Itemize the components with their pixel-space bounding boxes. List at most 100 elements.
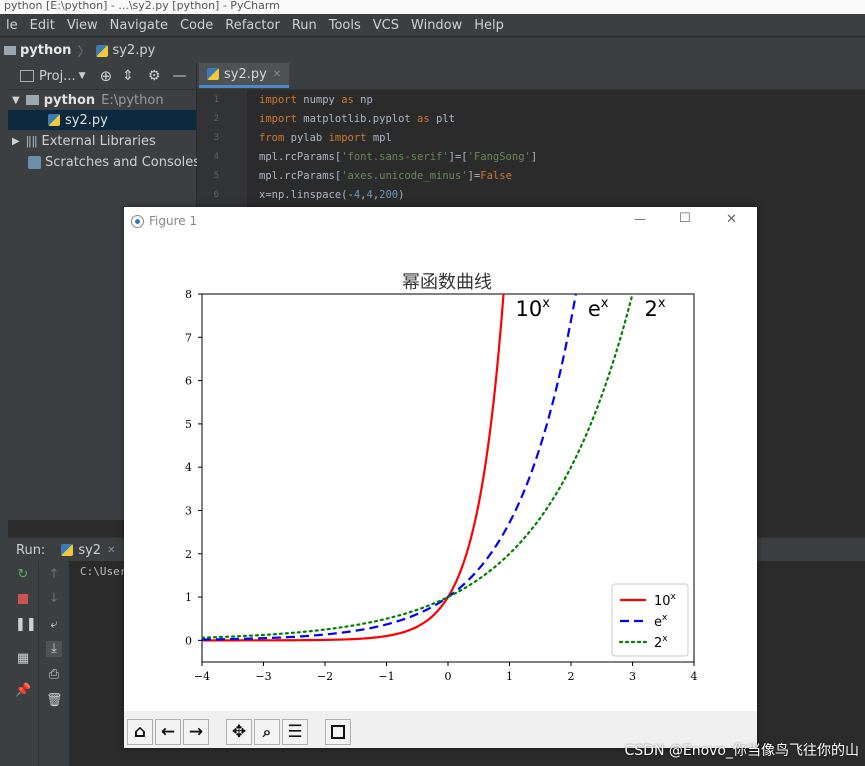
menu-navigate[interactable]: Navigate xyxy=(104,18,174,33)
home-button[interactable]: ⌂ xyxy=(127,719,153,745)
scroll-to-end-icon[interactable]: ⤓ xyxy=(46,641,62,657)
watermark: CSDN @Enovo_你当像鸟飞往你的山 xyxy=(624,743,860,759)
stop-icon[interactable] xyxy=(15,593,31,609)
line-number: 1 xyxy=(213,95,219,105)
x-tick-label: 3 xyxy=(629,670,636,683)
y-tick-label: 3 xyxy=(185,504,192,517)
menu-help[interactable]: Help xyxy=(468,18,510,33)
tree-item-external-libraries[interactable]: ▶ ǁǁ External Libraries xyxy=(12,131,156,151)
breadcrumb-file-label: sy2.py xyxy=(112,43,156,58)
menu-refactor[interactable]: Refactor xyxy=(219,18,286,33)
menu-tools[interactable]: Tools xyxy=(323,18,367,33)
run-toolbar-right: ↑ ↓ ⤶ ⤓ ⎙ 🗑 xyxy=(38,561,69,766)
library-icon: ǁǁ xyxy=(25,134,38,148)
editor-tab-label: sy2.py xyxy=(224,66,267,82)
close-button[interactable]: ✕ xyxy=(726,212,737,227)
scroll-up-icon[interactable]: ↑ xyxy=(46,567,62,583)
tree-item-sy2-py[interactable]: sy2.py xyxy=(8,110,196,130)
code-line-4: mpl.rcParams['font.sans-serif']=['FangSo… xyxy=(259,151,538,163)
back-button[interactable]: ← xyxy=(155,719,181,745)
folder-icon xyxy=(4,46,16,55)
close-icon[interactable]: ✕ xyxy=(107,545,115,556)
collapse-icon[interactable]: ⇕ xyxy=(122,68,134,84)
zoom-button[interactable]: ⌕ xyxy=(254,719,280,745)
project-view-icon xyxy=(20,70,34,82)
scratches-icon xyxy=(28,155,41,169)
arrow-right-icon: → xyxy=(188,722,204,742)
window-title: python [E:\python] - ...\sy2.py [python]… xyxy=(0,0,865,14)
menu-window[interactable]: Window xyxy=(405,18,468,33)
maximize-button[interactable]: ☐ xyxy=(679,211,691,226)
x-tick-label: −4 xyxy=(194,670,210,683)
y-tick-label: 7 xyxy=(185,331,192,344)
menu-view[interactable]: View xyxy=(61,18,104,33)
forward-button[interactable]: → xyxy=(183,719,209,745)
console-output: C:\User xyxy=(80,565,127,578)
y-tick-label: 4 xyxy=(185,461,192,474)
legend: 10xex2x xyxy=(611,583,689,657)
figure-window: Figure 1 — ☐ ✕ 幂函数曲线 −4 −3 −2 −1 0 1 2 3 4 0 1 2 3 4 5… xyxy=(124,207,757,748)
menu-file[interactable]: le xyxy=(0,18,24,33)
configure-subplots-button[interactable]: ☰ xyxy=(282,719,308,745)
y-tick-label: 5 xyxy=(185,418,192,431)
home-icon: ⌂ xyxy=(133,722,147,742)
locate-icon[interactable]: ⊕ xyxy=(100,67,113,85)
line-number: 3 xyxy=(213,133,219,143)
run-tab-label: sy2 xyxy=(78,542,102,558)
code-line-2: import matplotlib.pyplot as plt xyxy=(259,113,455,125)
sliders-icon: ☰ xyxy=(287,722,303,742)
x-tick-label: 0 xyxy=(445,670,452,683)
pan-button[interactable]: ✥ xyxy=(226,719,252,745)
pause-icon[interactable]: ❚❚ xyxy=(15,617,37,633)
y-tick-label: 2 xyxy=(185,548,192,561)
breadcrumb-project[interactable]: python xyxy=(4,43,71,58)
editor-tab-sy2[interactable]: sy2.py ✕ xyxy=(199,63,290,88)
chart-title: 幂函数曲线 xyxy=(402,272,492,293)
left-tool-strip xyxy=(0,63,8,766)
menu-vcs[interactable]: VCS xyxy=(367,18,405,33)
x-tick-label: 4 xyxy=(691,670,698,683)
run-tab-sy2[interactable]: sy2 ✕ xyxy=(61,543,115,558)
python-file-icon xyxy=(48,114,60,126)
move-icon: ✥ xyxy=(231,722,247,742)
menu-edit[interactable]: Edit xyxy=(24,18,61,33)
code-line-5: mpl.rcParams['axes.unicode_minus']=False xyxy=(259,170,512,182)
menu-run[interactable]: Run xyxy=(286,18,323,33)
gear-icon[interactable]: ⚙ xyxy=(148,68,161,84)
menu-code[interactable]: Code xyxy=(174,18,219,33)
breadcrumb-file[interactable]: sy2.py xyxy=(96,43,155,58)
layout-icon[interactable]: ▦ xyxy=(15,651,31,667)
tree-external-label: External Libraries xyxy=(41,133,156,149)
project-view-selector[interactable]: Proj... xyxy=(39,69,76,84)
line-number: 4 xyxy=(213,152,219,162)
pin-icon[interactable]: 📌 xyxy=(15,683,31,699)
close-icon[interactable]: ✕ xyxy=(273,69,281,80)
tree-item-scratches[interactable]: Scratches and Consoles xyxy=(28,152,200,172)
expand-arrow-icon: ▶ xyxy=(12,135,20,147)
x-tick-label: 1 xyxy=(506,670,513,683)
expand-arrow-icon: ▼ xyxy=(12,94,20,106)
menu-bar: le Edit View Navigate Code Refactor Run … xyxy=(0,14,865,36)
soft-wrap-icon[interactable]: ⤶ xyxy=(46,617,62,633)
breadcrumb-project-label: python xyxy=(20,43,72,58)
tree-file-label: sy2.py xyxy=(65,112,108,128)
matplotlib-icon xyxy=(131,215,144,228)
save-button[interactable] xyxy=(325,719,351,745)
run-panel-title: Run: xyxy=(16,542,46,558)
rerun-icon[interactable]: ↻ xyxy=(15,567,31,583)
trash-icon[interactable]: 🗑 xyxy=(46,693,63,709)
y-tick-label: 8 xyxy=(185,288,192,301)
dropdown-arrow-icon[interactable]: ▼ xyxy=(79,71,86,81)
chart-canvas: 幂函数曲线 −4 −3 −2 −1 0 1 2 3 4012345678 10x ex 2x 10x… xyxy=(185,272,698,683)
figure-title: Figure 1 xyxy=(149,214,198,228)
minimize-button[interactable]: — xyxy=(634,212,646,226)
breadcrumb: python 〉 sy2.py xyxy=(0,37,865,64)
line-number: 6 xyxy=(213,190,219,200)
hide-panel-icon[interactable]: — xyxy=(172,68,186,84)
python-file-icon xyxy=(61,544,74,556)
scroll-down-icon[interactable]: ↓ xyxy=(46,591,62,607)
y-tick-label: 0 xyxy=(185,634,192,647)
tree-item-python-root[interactable]: ▼ python E:\python xyxy=(12,90,164,110)
print-icon[interactable]: ⎙ xyxy=(46,667,62,683)
code-line-1: import numpy as np xyxy=(259,94,373,106)
